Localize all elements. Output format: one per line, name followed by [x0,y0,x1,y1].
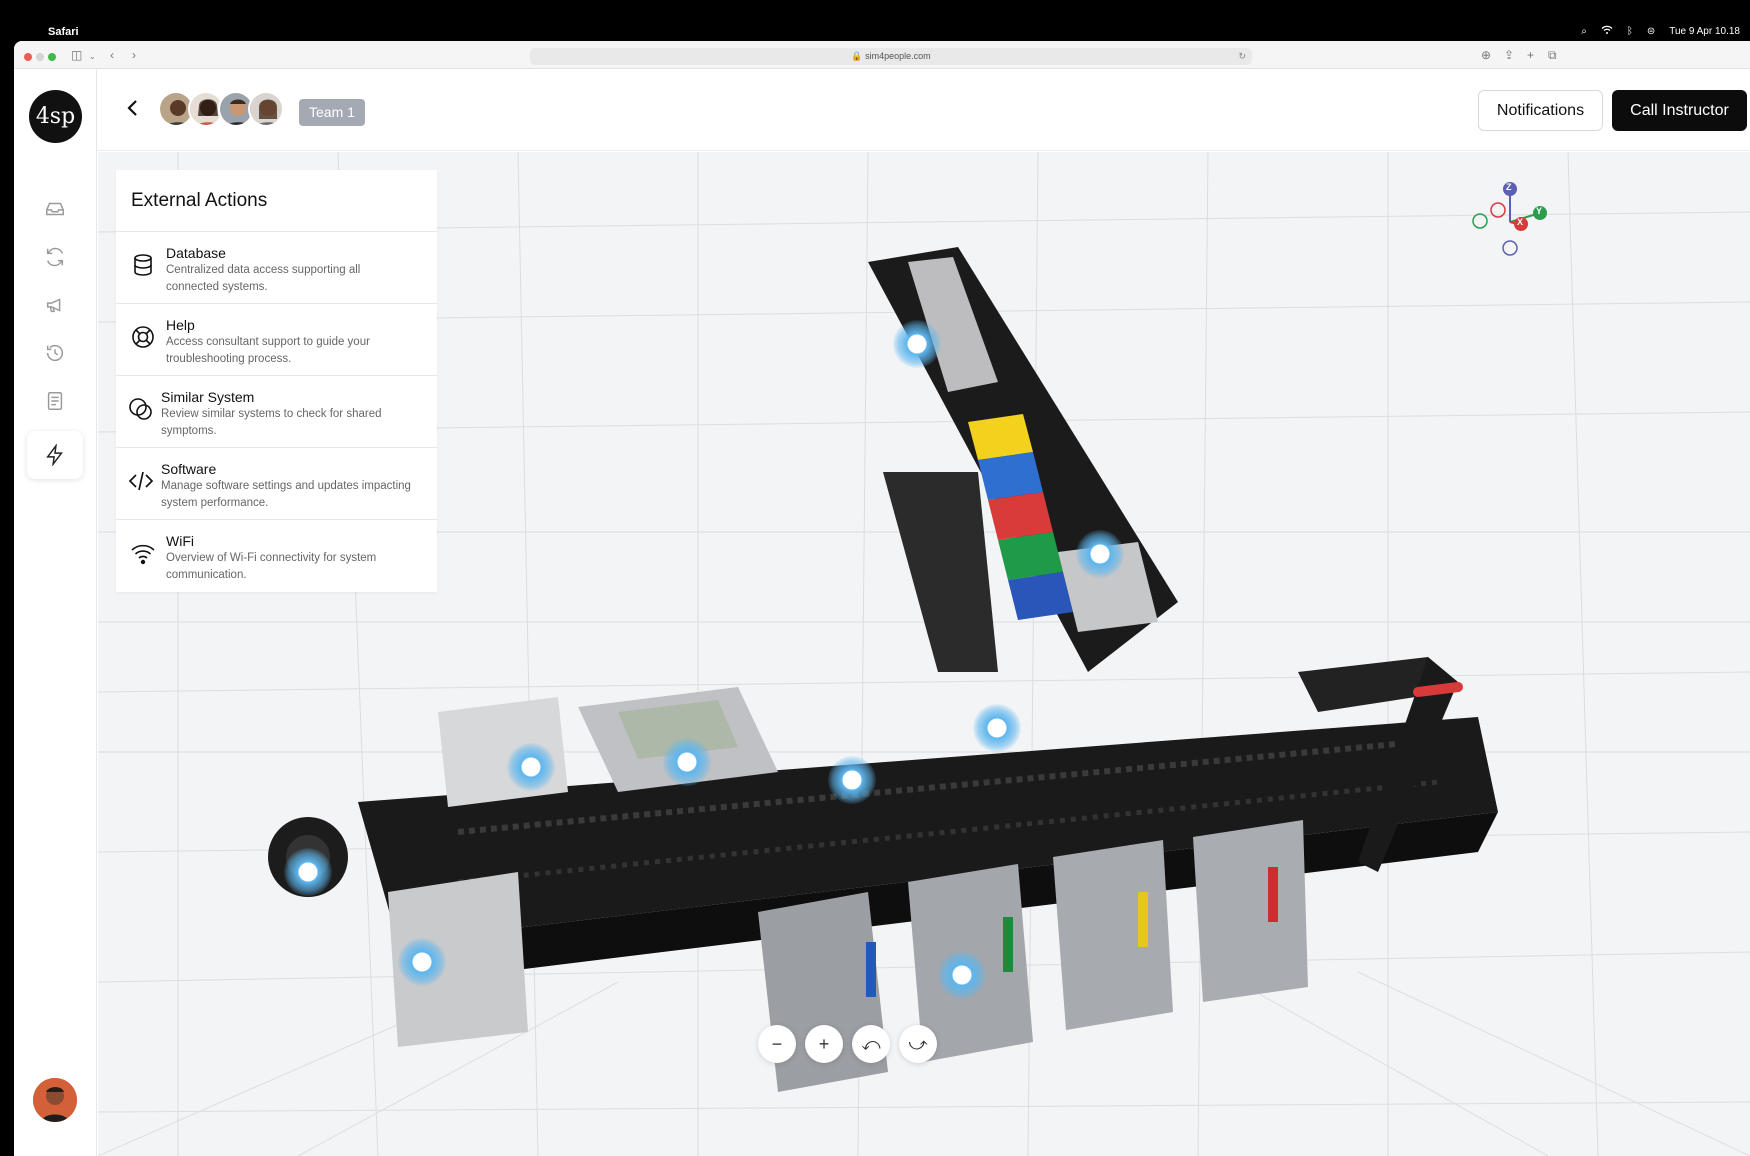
call-instructor-button[interactable]: Call Instructor [1612,90,1747,131]
action-software[interactable]: Software Manage software settings and up… [116,448,437,520]
team-badge: Team 1 [299,99,365,126]
y-axis-label: Y [1536,206,1543,216]
clock[interactable]: Tue 9 Apr 10.18 [1669,26,1740,37]
status-area: ⌕ ᛒ ⊜ Tue 9 Apr 10.18 [1581,25,1740,38]
overlap-circles-icon [129,398,152,420]
action-title: Database [166,245,226,261]
reload-icon[interactable]: ↻ [1238,48,1246,65]
sidebar-toggle-icon[interactable]: ◫ [71,48,82,62]
wifi-status-icon[interactable] [1601,25,1613,38]
neg-x-axis-handle[interactable] [1490,202,1506,218]
top-bar: Team 1 Notifications Call Instructor [98,69,1750,151]
hotspot-marker[interactable] [663,738,711,786]
hotspot-marker[interactable] [398,938,446,986]
download-icon[interactable]: ⊕ [1481,48,1491,62]
fullscreen-window-button[interactable] [48,53,56,61]
hotspot-marker[interactable] [973,704,1021,752]
neg-y-axis-handle[interactable] [1472,213,1488,229]
url-text: sim4people.com [865,51,931,61]
forward-nav-icon[interactable]: › [132,48,136,62]
browser-toolbar: ◫ ⌄ ‹ › 🔒 sim4people.com ↻ ⊕ ⇪ + ⧉ [14,41,1750,69]
address-bar[interactable]: 🔒 sim4people.com ↻ [530,48,1252,65]
new-tab-icon[interactable]: + [1527,48,1534,62]
lightning-icon [46,444,63,466]
hotspot-marker[interactable] [893,320,941,368]
action-description: Manage software settings and updates imp… [161,480,411,509]
search-icon[interactable]: ⌕ [1581,26,1587,37]
browser-window: ◫ ⌄ ‹ › 🔒 sim4people.com ↻ ⊕ ⇪ + ⧉ 4sp T… [14,41,1750,1156]
sidebar-item-actions[interactable] [27,431,83,479]
app-sidebar: 4sp [14,69,97,1156]
hotspot-marker[interactable] [507,743,555,791]
document-icon [47,392,63,410]
action-description: Access consultant support to guide your … [166,336,370,365]
undo-button[interactable]: ⤺ [852,1025,890,1063]
back-nav-icon[interactable]: ‹ [110,48,114,62]
hotspot-marker[interactable] [1076,530,1124,578]
bluetooth-icon[interactable]: ᛒ [1627,26,1633,37]
avatar[interactable] [248,91,284,127]
action-title: Software [161,461,217,477]
action-similar-system[interactable]: Similar System Review similar systems to… [116,376,437,448]
hotspot-marker[interactable] [828,756,876,804]
view-controls: − + ⤺ ⤻ [758,1025,937,1063]
chevron-left-icon [127,100,137,116]
menu-bar: Safari ⌕ ᛒ ⊜ Tue 9 Apr 10.18 [0,0,1750,41]
panel-title: External Actions [116,170,437,232]
notifications-button[interactable]: Notifications [1478,90,1603,131]
action-title: WiFi [166,533,194,549]
axis-gizmo[interactable]: Z Y X [1472,177,1562,267]
refresh-icon [46,247,64,267]
neg-z-axis-handle[interactable] [1502,240,1518,256]
sidebar-item-sync[interactable] [27,233,83,281]
hotspot-marker[interactable] [284,848,332,896]
app-logo[interactable]: 4sp [29,90,82,143]
redo-button[interactable]: ⤻ [899,1025,937,1063]
team-avatars[interactable] [158,91,284,127]
zoom-out-button[interactable]: − [758,1025,796,1063]
sidebar-item-inbox[interactable] [27,185,83,233]
tab-overview-icon[interactable]: ⧉ [1548,48,1557,62]
action-description: Review similar systems to check for shar… [161,408,382,437]
action-help[interactable]: Help Access consultant support to guide … [116,304,437,376]
hotspot-marker[interactable] [938,951,986,999]
close-window-button[interactable] [24,53,32,61]
database-icon [134,254,152,276]
history-icon [46,345,64,362]
code-icon [128,471,154,491]
3d-viewport[interactable]: External Actions Database Centralized da… [98,152,1750,1156]
megaphone-icon [46,298,61,313]
sidebar-item-history[interactable] [27,329,83,377]
action-database[interactable]: Database Centralized data access support… [116,232,437,304]
minimize-window-button[interactable] [36,53,44,61]
sidebar-item-documents[interactable] [27,377,83,425]
lifebuoy-icon [132,326,154,348]
app-name[interactable]: Safari [48,26,79,38]
action-description: Centralized data access supporting all c… [166,264,361,293]
action-title: Help [166,317,195,333]
action-wifi[interactable]: WiFi Overview of Wi-Fi connectivity for … [116,520,437,592]
share-icon[interactable]: ⇪ [1504,48,1514,62]
inbox-icon [46,202,64,216]
z-axis-label: Z [1506,182,1512,192]
wifi-icon [131,544,155,565]
zoom-in-button[interactable]: + [805,1025,843,1063]
x-axis-label: X [1517,217,1524,227]
chevron-down-icon[interactable]: ⌄ [89,50,96,64]
external-actions-panel: External Actions Database Centralized da… [116,170,437,592]
action-title: Similar System [161,389,255,405]
sidebar-item-announcements[interactable] [27,281,83,329]
action-description: Overview of Wi-Fi connectivity for syste… [166,552,377,581]
lock-icon: 🔒 [851,51,863,61]
user-avatar[interactable] [33,1078,77,1122]
back-button[interactable] [126,96,146,126]
control-center-icon[interactable]: ⊜ [1647,26,1655,37]
